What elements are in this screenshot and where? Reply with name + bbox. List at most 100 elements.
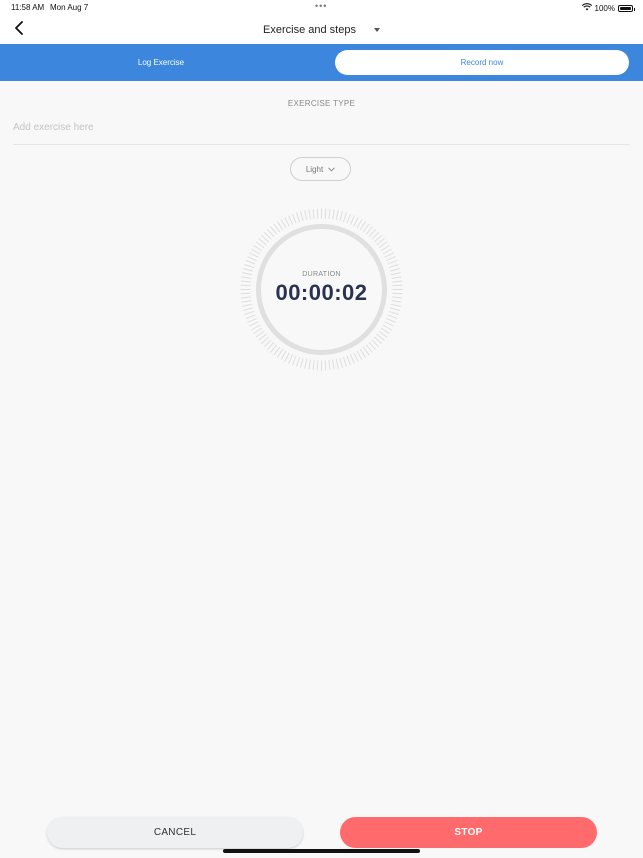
dial-tick [273,346,281,356]
dial-tick [382,324,392,331]
dial-tick [362,346,370,356]
dial-tick [247,317,257,323]
dial-tick [335,358,339,369]
page-title: Exercise and steps [263,24,356,36]
dial-tick [389,307,400,311]
exercise-input[interactable] [13,117,630,137]
dial-tick [316,360,319,371]
dial-tick [376,238,385,246]
stop-button[interactable]: STOP [340,817,597,848]
dial-tick [253,244,263,252]
dial-tick [346,355,351,366]
home-indicator [223,849,420,853]
dial-tick [359,221,367,231]
dial-tick [245,260,256,265]
dial-tick [342,356,348,367]
dial-tick [295,356,301,367]
intensity-select[interactable]: Light [290,157,351,181]
dial-tick [300,357,304,368]
dial-tick [273,223,281,233]
status-time: 11:58 AM [11,3,45,12]
mode-tabs: Log Exercise Record now [0,44,643,81]
back-button[interactable] [8,19,30,41]
multitasking-dots-icon[interactable]: ••• [315,1,327,11]
dial-tick [255,241,265,249]
nav-title-dropdown[interactable]: Exercise and steps [263,24,380,36]
dial-tick [332,209,335,220]
dial-tick [384,252,394,258]
dial-tick [356,350,363,360]
dial-tick [288,215,294,225]
dial-tick [376,333,385,341]
dial-tick [378,241,388,249]
dial-tick [365,226,373,235]
dial-tick [304,210,308,221]
tab-log-exercise[interactable]: Log Exercise [0,50,322,75]
battery-percent: 100% [594,3,615,13]
dial-tick [380,327,390,335]
dial-tick [316,208,319,219]
dial-tick [249,252,259,258]
dial-tick [328,360,331,371]
screen: 11:58 AM Mon Aug 7 ••• 100% Exercise and… [0,0,643,858]
dial-tick [258,238,267,246]
wifi-icon [581,3,592,13]
dial-tick [251,248,261,255]
dial-tick [384,321,394,327]
dial-tick [295,212,301,223]
dial-tick [365,344,373,353]
dial-tick [280,219,287,229]
dial-tick [378,330,388,338]
tab-record-now[interactable]: Record now [335,50,629,75]
dial-tick [244,310,255,316]
dial-tick [253,327,263,335]
duration-value: 00:00:02 [275,280,368,305]
dial-tick [245,314,256,319]
dial-tick [247,256,257,262]
input-divider [13,144,630,145]
dial-tick [288,354,294,364]
intensity-value: Light [305,164,324,174]
dial-tick [386,317,396,323]
dial-tick [280,350,287,360]
dial-tick [349,354,355,364]
dial-tick [249,321,259,327]
battery-icon [618,4,635,12]
dial-tick [304,358,308,369]
nav-bar: Exercise and steps [0,16,643,44]
dial-tick [284,352,290,362]
dial-tick [335,210,339,221]
dial-tick [308,359,311,370]
dial-tick [328,208,331,219]
chevron-down-icon [328,165,336,174]
dial-tick [258,333,267,341]
dial-tick [386,256,396,262]
dial-tick [359,348,367,358]
dial-tick [251,324,261,331]
dial-tick [292,355,297,366]
chevron-left-icon [14,20,24,40]
dial-tick [387,314,398,319]
dial-tick [380,244,390,252]
dial-tick [255,330,265,338]
dial-tick [244,263,255,269]
cancel-button[interactable]: CANCEL [47,817,303,848]
dial-tick [270,344,278,353]
dial-tick [339,211,343,222]
dial-tick [349,215,355,225]
status-date: Mon Aug 7 [50,3,89,12]
dial-tick [284,217,290,227]
dial-tick [292,213,297,224]
dial-tick [362,223,370,233]
duration-label: DURATION [302,271,341,278]
dial-tick [342,212,348,223]
dial-tick [356,219,363,229]
dial-tick [382,248,392,255]
exercise-type-label: EXERCISE TYPE [287,99,356,108]
dial-tick [388,310,399,316]
dial-tick [276,221,284,231]
status-right: 100% [581,3,635,13]
dial-tick [243,307,254,311]
caret-down-icon [373,28,380,32]
dial-tick [324,208,327,219]
